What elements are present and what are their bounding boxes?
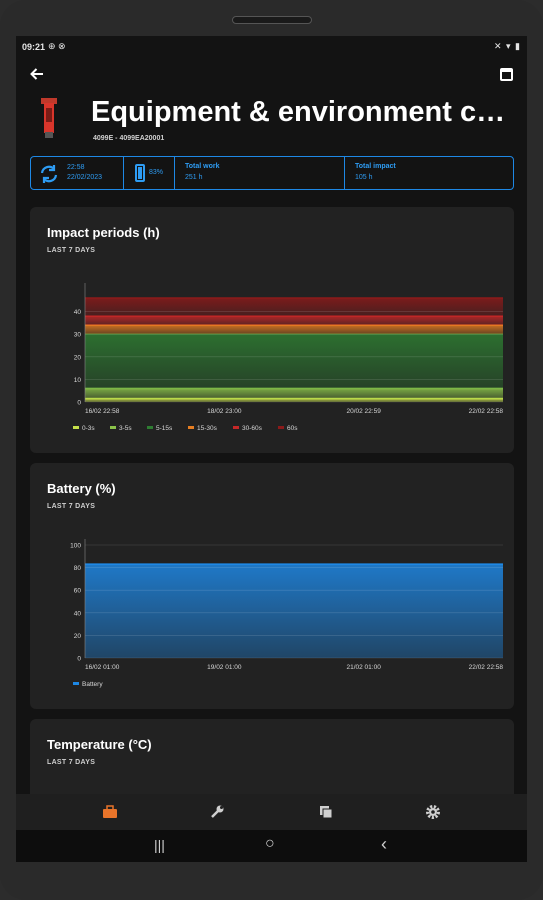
series-area-15-30s	[85, 325, 503, 335]
y-tick-label: 80	[74, 565, 82, 572]
sync-time: 22:58	[67, 164, 85, 171]
series-area-3-5s	[85, 388, 503, 399]
battery-chart: 0 20 40 60 80 100 16/02 01:00 19/02 01:00 21/02 …	[70, 539, 504, 688]
x-tick-label: 21/02 01:00	[346, 664, 381, 671]
status-notification-icons: ⊕ ⊗	[48, 41, 66, 51]
y-tick-label: 100	[70, 543, 81, 550]
back-button[interactable]: ‹	[381, 834, 387, 855]
status-bar: 09:21 ⊕ ⊗ ✕ ▾ ▮	[16, 36, 527, 58]
x-tick-label: 22/02 22:58	[469, 408, 504, 415]
x-tick-label: 19/02 01:00	[207, 664, 242, 671]
battery-fill	[138, 167, 142, 179]
x-tick-label: 18/02 23:00	[207, 408, 242, 415]
bottom-navigation	[16, 794, 527, 830]
product-image	[38, 98, 60, 138]
page-title: Equipment & environment co...	[91, 96, 511, 128]
temperature-card-title: Temperature (°C)	[47, 737, 152, 752]
series-area-60s	[85, 298, 503, 317]
last-sync: 22:58 22/02/2023	[67, 163, 102, 183]
app-bar	[16, 58, 527, 94]
system-navigation-bar: ||| ○ ‹	[16, 830, 527, 862]
status-system-icons: ✕ ▾ ▮	[493, 41, 521, 51]
legend-label-Battery: Battery	[82, 681, 103, 688]
total-work-label: Total work	[185, 163, 220, 170]
product-icon[interactable]	[102, 804, 118, 820]
legend-swatch-5-15s	[147, 426, 153, 429]
impact-periods-chart: 0 10 20 30 40 16/02 22:58 18/02 23:00 20/02 22:…	[73, 283, 504, 432]
series-area-30-60s	[85, 316, 503, 326]
battery-icon	[135, 164, 145, 182]
series-area-5-15s	[85, 334, 503, 389]
settings-icon[interactable]	[425, 804, 441, 820]
legend-label-0-3s: 0-3s	[82, 425, 95, 432]
legend-swatch-30-60s	[233, 426, 239, 429]
back-arrow-icon[interactable]	[30, 66, 44, 84]
device-speaker	[232, 16, 312, 24]
recents-button[interactable]: |||	[154, 837, 165, 853]
y-tick-label: 0	[77, 656, 81, 663]
impact-periods-card: Impact periods (h) LAST 7 DAYS 0 10 20 30 40…	[30, 207, 514, 453]
legend-label-15-30s: 15-30s	[197, 425, 218, 432]
total-impact-value: 105 h	[355, 174, 373, 181]
y-tick-label: 0	[77, 400, 81, 407]
home-button[interactable]: ○	[265, 835, 275, 853]
legend-swatch-Battery	[73, 682, 79, 685]
x-tick-label: 16/02 01:00	[85, 664, 120, 671]
status-time: 09:21	[22, 42, 46, 52]
y-tick-label: 10	[74, 377, 82, 384]
y-tick-label: 40	[74, 610, 82, 617]
legend-label-60s: 60s	[287, 425, 298, 432]
x-tick-label: 22/02 22:58	[469, 664, 504, 671]
total-work-cell: Total work 251 h	[175, 157, 345, 189]
y-tick-label: 20	[74, 633, 82, 640]
legend-label-3-5s: 3-5s	[119, 425, 132, 432]
total-work-value: 251 h	[185, 174, 203, 181]
y-tick-label: 30	[74, 332, 82, 339]
tablet-frame: 09:21 ⊕ ⊗ ✕ ▾ ▮ Equipment & environment …	[0, 0, 543, 900]
copy-icon[interactable]	[318, 804, 334, 820]
total-impact-label: Total impact	[355, 163, 396, 170]
battery-percent: 83%	[149, 169, 164, 176]
battery-card: Battery (%) LAST 7 DAYS 0 20 40 60 80 100 16/0…	[30, 463, 514, 709]
app-screen: 09:21 ⊕ ⊗ ✕ ▾ ▮ Equipment & environment …	[16, 36, 527, 862]
y-tick-label: 40	[74, 309, 82, 316]
legend-swatch-15-30s	[188, 426, 194, 429]
info-bar: 22:58 22/02/2023 83% Total work 251 h To…	[30, 156, 514, 190]
legend-swatch-60s	[278, 426, 284, 429]
series-area-Battery	[85, 564, 503, 658]
x-tick-label: 20/02 22:59	[346, 408, 381, 415]
x-tick-label: 16/02 22:58	[85, 408, 120, 415]
legend-swatch-0-3s	[73, 426, 79, 429]
wrench-icon[interactable]	[209, 804, 225, 820]
calendar-icon[interactable]	[500, 68, 513, 81]
legend-label-5-15s: 5-15s	[156, 425, 173, 432]
sync-icon	[40, 165, 58, 183]
y-tick-label: 20	[74, 354, 82, 361]
sync-cell[interactable]: 22:58 22/02/2023	[31, 157, 124, 189]
equipment-serial: 4099E - 4099EA20001	[93, 135, 165, 142]
legend-label-30-60s: 30-60s	[242, 425, 263, 432]
battery-cell: 83%	[124, 157, 175, 189]
y-tick-label: 60	[74, 588, 82, 595]
temperature-card-subtitle: LAST 7 DAYS	[47, 759, 96, 766]
sync-date: 22/02/2023	[67, 174, 103, 181]
legend-swatch-3-5s	[110, 426, 116, 429]
total-impact-cell: Total impact 105 h	[345, 157, 513, 189]
